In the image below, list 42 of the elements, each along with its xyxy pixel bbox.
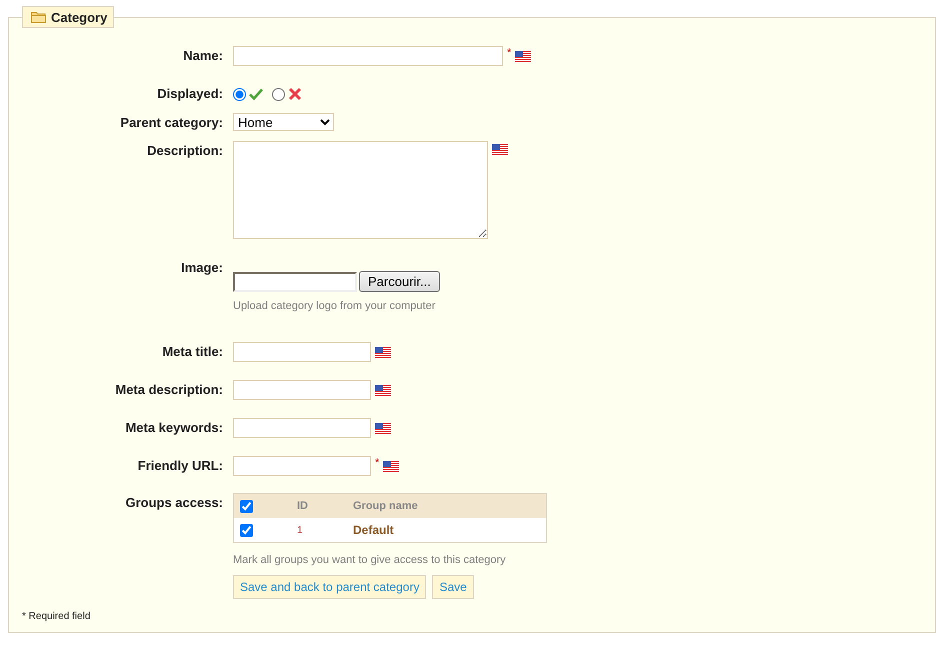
required-mark: *	[507, 47, 512, 59]
file-field[interactable]	[233, 272, 357, 292]
required-mark: *	[375, 457, 380, 469]
browse-button[interactable]: Parcourir...	[359, 271, 440, 292]
field-label: Meta title:	[161, 343, 223, 361]
group-id: 1	[297, 525, 303, 536]
field-label: Groups access:	[124, 494, 223, 512]
field-label: Description:	[146, 142, 223, 160]
radio-button[interactable]	[233, 88, 246, 100]
flag-icon[interactable]	[375, 346, 391, 358]
field-label: Image:	[180, 259, 223, 277]
field-label: Meta keywords:	[124, 419, 223, 437]
text-field[interactable]	[233, 342, 371, 362]
text-field[interactable]	[233, 418, 371, 438]
hint-text: Mark all groups you want to give access to this category	[233, 554, 507, 566]
column-header: Group name	[353, 500, 418, 512]
flag-icon[interactable]	[515, 50, 532, 62]
field-label: Displayed:	[156, 85, 223, 103]
text-field[interactable]	[233, 456, 371, 476]
folder-icon	[31, 11, 46, 23]
hint-text: Upload category logo from your computer	[233, 300, 436, 312]
parent-category-select[interactable]: Home	[233, 113, 334, 131]
required-note: * Required field	[22, 611, 92, 622]
radio-button[interactable]	[272, 88, 285, 100]
group-name: Default	[353, 523, 394, 537]
column-header: ID	[297, 500, 308, 512]
select-all-checkbox[interactable]	[240, 500, 253, 512]
text-field[interactable]	[233, 46, 503, 66]
description-field[interactable]	[233, 141, 488, 239]
cross-icon	[288, 87, 302, 101]
field-label: Name:	[182, 47, 223, 65]
check-icon	[249, 87, 263, 101]
field-label: Meta description:	[114, 381, 223, 399]
flag-icon[interactable]	[492, 144, 508, 155]
field-label: Friendly URL:	[136, 457, 223, 475]
text-field[interactable]	[233, 380, 371, 400]
flag-icon[interactable]	[383, 460, 400, 472]
field-label: Parent category:	[119, 114, 223, 132]
row-checkbox[interactable]	[240, 524, 253, 536]
flag-icon[interactable]	[375, 422, 391, 434]
flag-icon[interactable]	[375, 384, 391, 396]
panel-title: Category	[22, 6, 114, 28]
